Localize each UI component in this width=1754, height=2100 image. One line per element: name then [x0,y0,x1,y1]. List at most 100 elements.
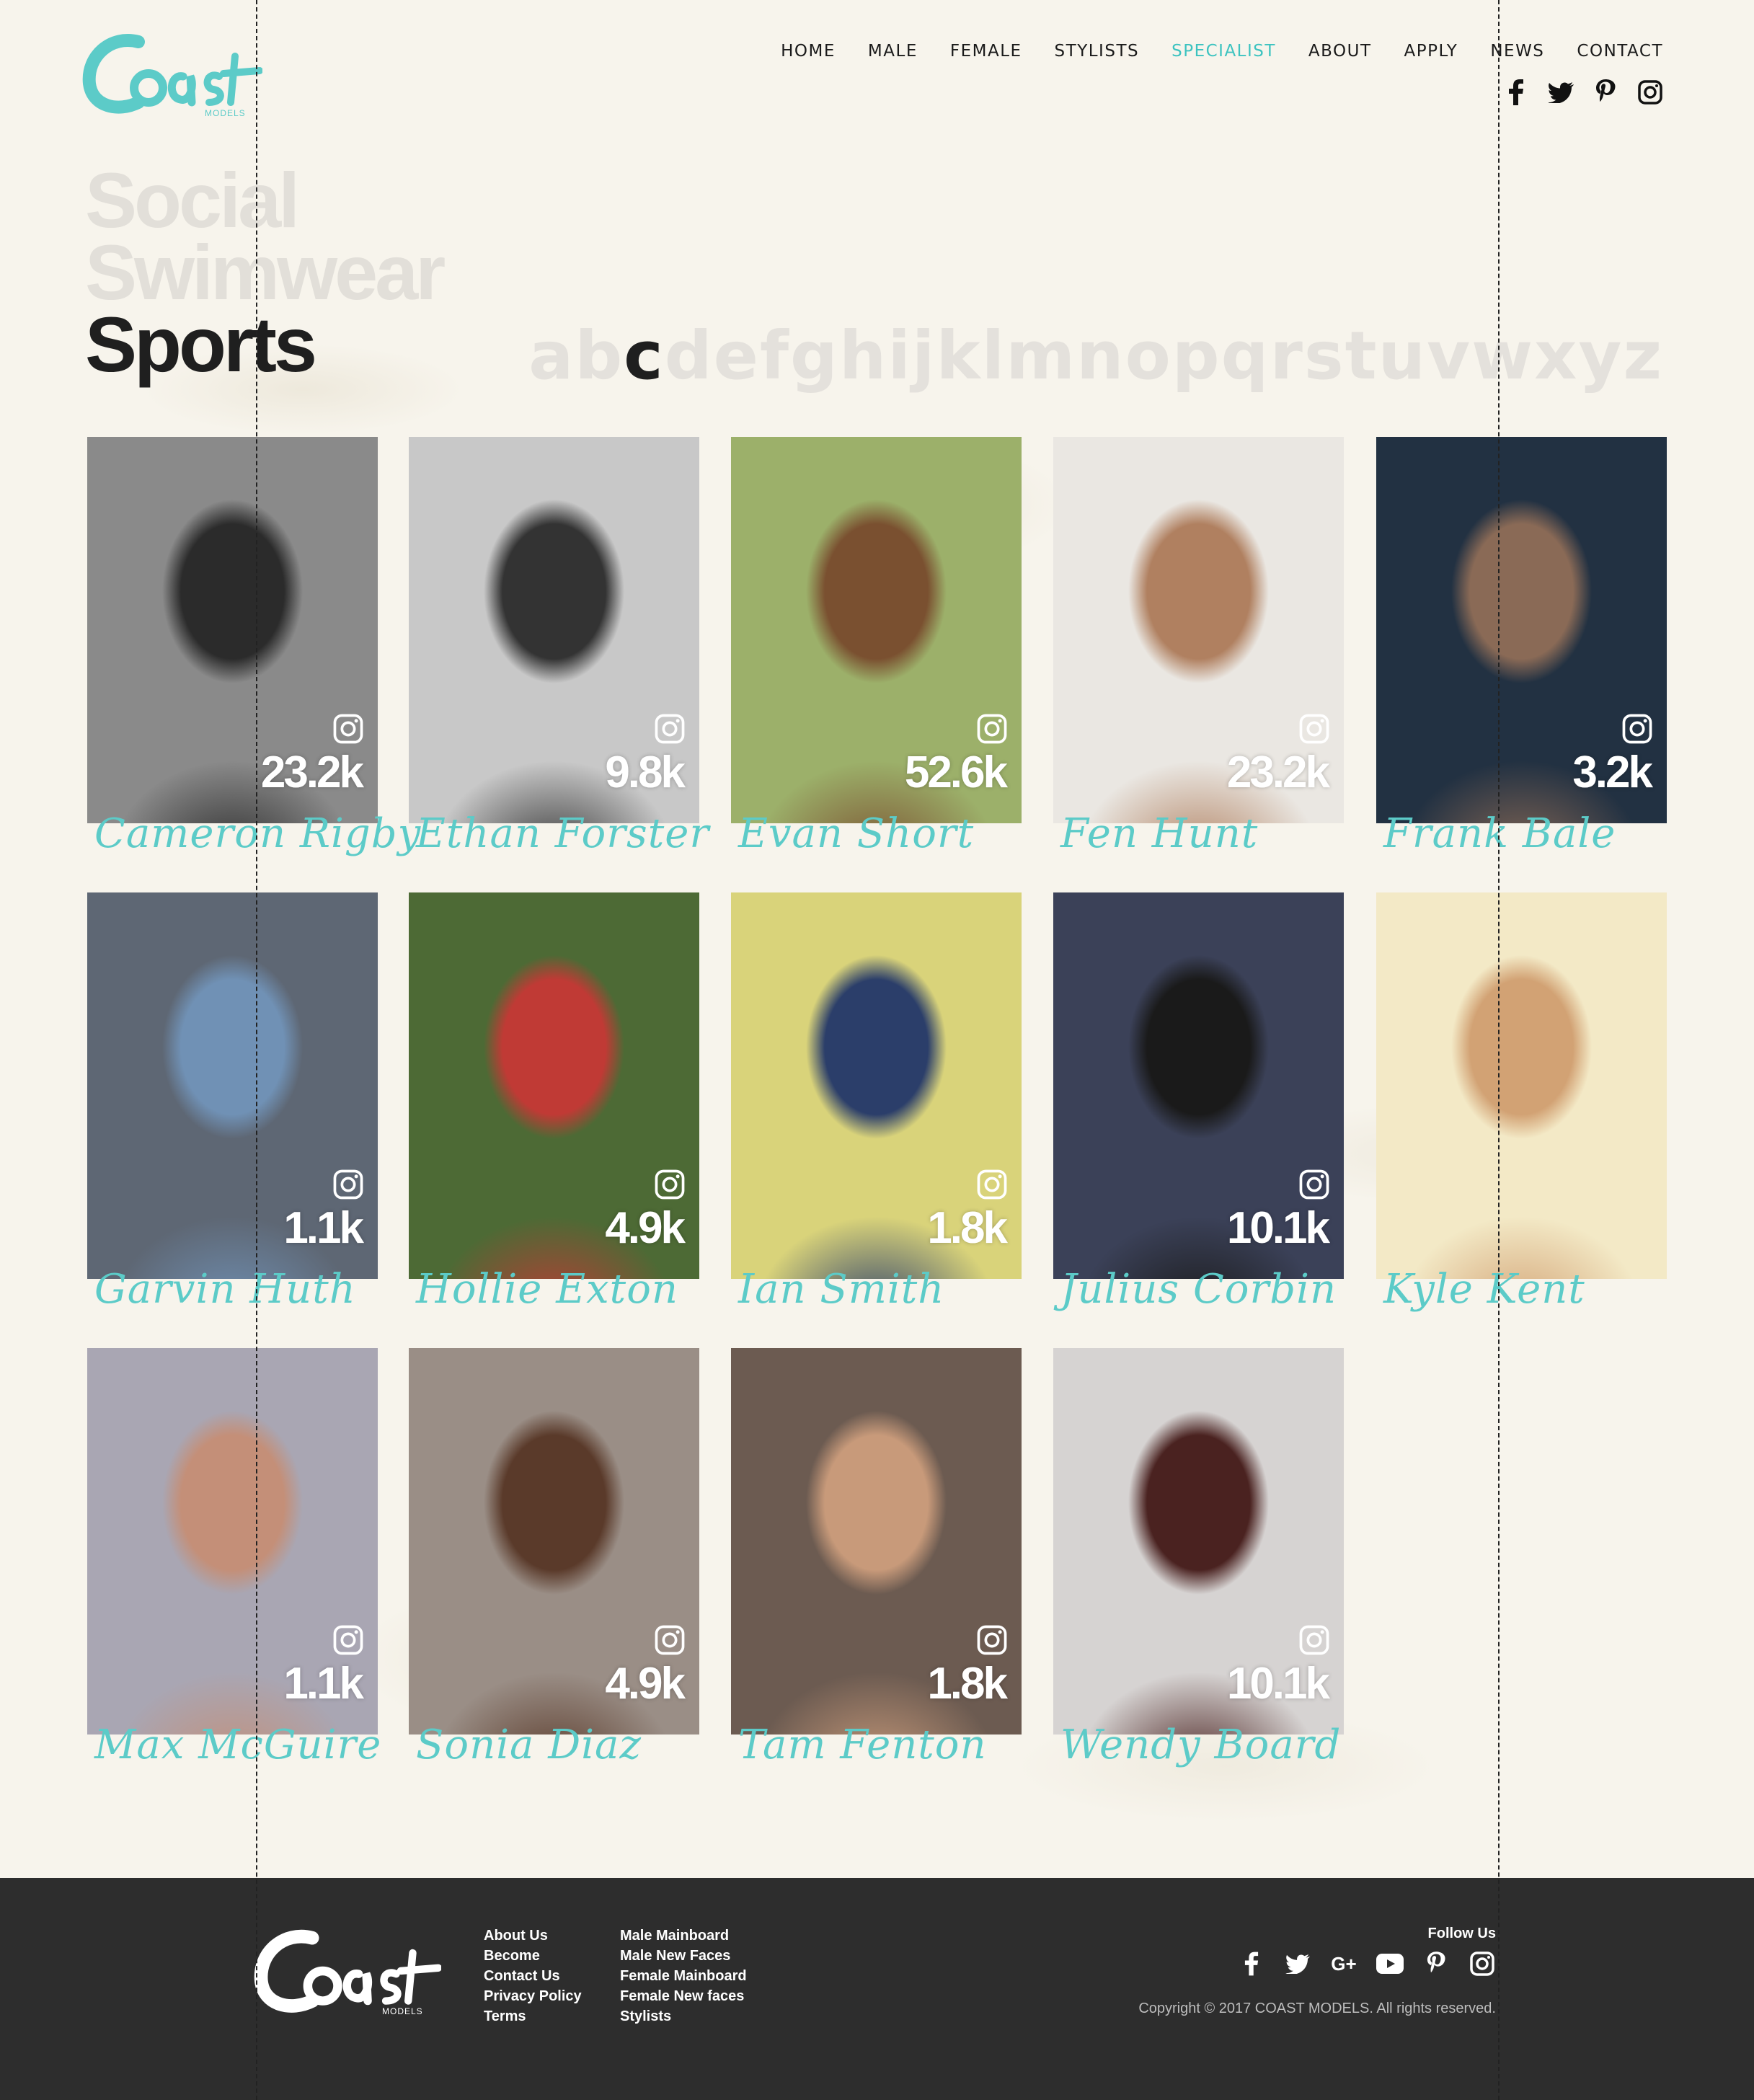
facebook-icon[interactable] [1238,1950,1265,1977]
instagram-icon [655,1169,685,1200]
footer-link-male-new-faces[interactable]: Male New Faces [620,1946,747,1966]
model-card[interactable]: 1.8k [731,892,1022,1279]
alphabet-letter-p[interactable]: p [1172,317,1221,394]
footer-link-privacy[interactable]: Privacy Policy [484,1986,582,2006]
follower-count: 1.1k [283,1203,364,1253]
footer-link-terms[interactable]: Terms [484,2006,582,2026]
alphabet-letter-g[interactable]: g [790,317,839,394]
instagram-icon [977,1625,1007,1655]
model-card[interactable]: 1.1k [87,892,378,1279]
footer-link-female-new-faces[interactable]: Female New faces [620,1986,747,2006]
model-card[interactable]: 4.9k [409,1348,699,1735]
instagram-icon [1299,1625,1329,1655]
pinterest-icon[interactable] [1593,79,1618,105]
model-name-link[interactable]: Julius Corbin [1060,1266,1337,1313]
nav-female[interactable]: FEMALE [950,42,1022,61]
nav-stylists[interactable]: STYLISTS [1055,42,1140,61]
model-photo [1376,892,1667,1279]
nav-specialist[interactable]: SPECIALIST [1171,42,1276,61]
nav-male[interactable]: MALE [868,42,918,61]
model-name-link[interactable]: Kyle Kent [1383,1266,1585,1313]
instagram-icon [333,1169,363,1200]
alphabet-letter-e[interactable]: e [714,317,760,394]
instagram-icon[interactable] [1469,1950,1496,1977]
model-card[interactable]: 23.2k [1053,437,1344,823]
alphabet-letter-j[interactable]: j [912,317,936,394]
footer-link-female-mainboard[interactable]: Female Mainboard [620,1966,747,1986]
nav-home[interactable]: HOME [781,42,836,61]
alphabet-letter-o[interactable]: o [1125,317,1172,394]
alphabet-letter-i[interactable]: i [887,317,912,394]
follower-count: 10.1k [1226,1659,1330,1709]
nav-news[interactable]: NEWS [1490,42,1544,61]
youtube-icon[interactable] [1376,1950,1404,1977]
model-name-link[interactable]: Cameron Rigby [94,810,421,857]
nav-contact[interactable]: CONTACT [1577,42,1663,61]
alphabet-letter-a[interactable]: a [528,317,575,394]
model-card[interactable]: 9.8k [409,437,699,823]
instagram-icon[interactable] [1637,79,1663,105]
alphabet-letter-t[interactable]: t [1345,317,1378,394]
alphabet-letter-q[interactable]: q [1221,317,1270,394]
alphabet-letter-b[interactable]: b [575,317,624,394]
site-footer: MODELS About Us Become Contact Us Privac… [0,1878,1754,2100]
twitter-icon[interactable] [1284,1950,1311,1977]
footer-link-stylists[interactable]: Stylists [620,2006,747,2026]
alphabet-letter-n[interactable]: n [1076,317,1125,394]
category-sports[interactable]: Sports [85,306,443,384]
model-name-link[interactable]: Fen Hunt [1060,810,1258,857]
model-name-link[interactable]: Wendy Board [1060,1722,1341,1768]
alphabet-letter-z[interactable]: z [1623,317,1663,394]
model-card[interactable]: 3.2k [1376,437,1667,823]
follower-count: 4.9k [605,1659,686,1709]
footer-link-about[interactable]: About Us [484,1926,582,1946]
model-card[interactable]: 23.2k [87,437,378,823]
alphabet-letter-x[interactable]: x [1534,317,1578,394]
footer-link-male-mainboard[interactable]: Male Mainboard [620,1926,747,1946]
model-name-link[interactable]: Ethan Forster [416,810,709,857]
alphabet-letter-d[interactable]: d [665,317,714,394]
model-card[interactable] [1376,892,1667,1279]
model-name-link[interactable]: Tam Fenton [738,1722,987,1768]
footer-link-become[interactable]: Become [484,1946,582,1966]
model-card[interactable]: 52.6k [731,437,1022,823]
model-card[interactable]: 4.9k [409,892,699,1279]
alphabet-letter-w[interactable]: w [1471,317,1534,394]
model-name-link[interactable]: Sonia Diaz [416,1722,642,1768]
model-name-link[interactable]: Max McGuire [94,1722,381,1768]
google-plus-icon[interactable]: G+ [1330,1950,1357,1977]
footer-logo[interactable]: MODELS [254,1921,443,2022]
model-name-link[interactable]: Ian Smith [738,1266,944,1313]
model-name-link[interactable]: Frank Bale [1383,810,1616,857]
alphabet-letter-m[interactable]: m [1006,317,1076,394]
twitter-icon[interactable] [1548,79,1574,105]
alphabet-letter-u[interactable]: u [1378,317,1427,394]
model-name-link[interactable]: Garvin Huth [94,1266,356,1313]
model-card[interactable]: 1.8k [731,1348,1022,1735]
alphabet-letter-c[interactable]: c [624,317,665,394]
model-card[interactable]: 1.1k [87,1348,378,1735]
alphabet-letter-h[interactable]: h [839,317,888,394]
model-card[interactable]: 10.1k [1053,892,1344,1279]
alphabet-letter-v[interactable]: v [1427,317,1471,394]
main-nav: HOME MALE FEMALE STYLISTS SPECIALIST ABO… [748,42,1663,61]
model-name-link[interactable]: Evan Short [738,810,974,857]
pinterest-icon[interactable] [1422,1950,1450,1977]
category-swimwear[interactable]: Swimwear [85,234,446,311]
nav-about[interactable]: ABOUT [1308,42,1372,61]
follower-count: 10.1k [1226,1203,1330,1253]
alphabet-letter-s[interactable]: s [1304,317,1345,394]
alphabet-letter-y[interactable]: y [1578,317,1623,394]
model-name-link[interactable]: Hollie Exton [416,1266,678,1313]
alphabet-letter-r[interactable]: r [1270,317,1304,394]
alphabet-letter-k[interactable]: k [936,317,981,394]
follow-us-label: Follow Us [1427,1926,1496,1941]
nav-apply[interactable]: APPLY [1404,42,1458,61]
alphabet-letter-l[interactable]: l [982,317,1006,394]
alphabet-letter-f[interactable]: f [760,317,790,394]
category-social[interactable]: Social [85,161,443,239]
model-card[interactable]: 10.1k [1053,1348,1344,1735]
facebook-icon[interactable] [1503,79,1529,105]
site-logo[interactable]: MODELS [82,27,263,121]
footer-link-contact[interactable]: Contact Us [484,1966,582,1986]
